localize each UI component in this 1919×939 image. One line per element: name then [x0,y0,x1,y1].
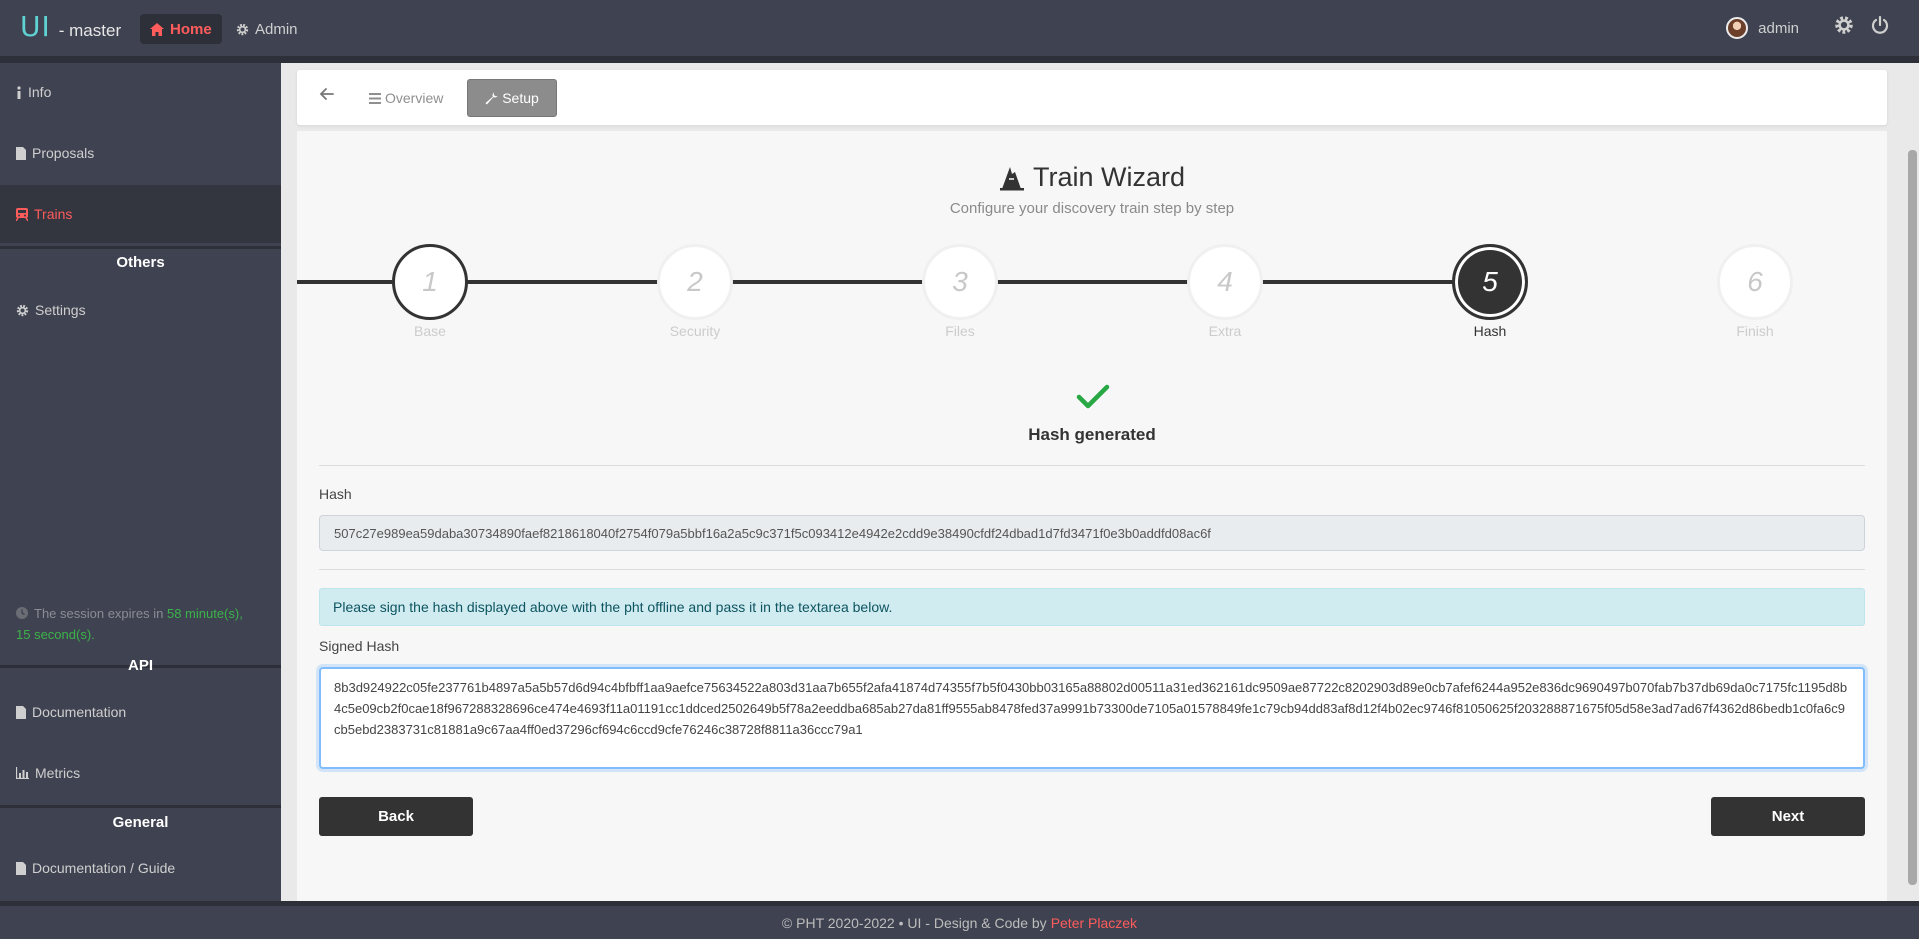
brand-logo: UI [20,10,51,43]
sidebar-header-general: General [112,814,169,831]
user-name: admin [1758,19,1799,37]
divider [319,569,1865,570]
scrollbar-thumb[interactable] [1908,150,1917,885]
page-toolbar: Overview Setup [297,70,1887,125]
sidebar-header-others: Others [116,254,165,271]
nav-home-link[interactable]: Home [140,14,222,44]
session-prefix: The session expires in [34,606,164,621]
avatar [1726,17,1749,39]
footer-text: © PHT 2020-2022 • UI - Design & Code by [781,914,1047,931]
checkmark-icon [1076,383,1110,416]
file-icon [16,146,26,160]
sidebar: Info Proposals Trains Others Settings Th… [0,63,281,901]
wizard-hat-icon [999,166,1024,190]
info-icon [17,85,21,99]
step-3[interactable]: 3 [922,244,998,320]
top-navbar: UI - master Home Admin admin [0,0,1919,56]
gear-icon [236,23,249,35]
step-4[interactable]: 4 [1187,244,1263,320]
tab-setup-label: Setup [502,90,539,106]
gear-icon [16,304,29,316]
step-label: Base [414,323,446,339]
file-icon [16,861,26,875]
file-icon [16,705,26,719]
sidebar-item-documentation[interactable]: Documentation [0,683,281,741]
hash-label: Hash [319,486,352,502]
train-icon [16,207,28,221]
power-icon[interactable] [1870,15,1890,40]
user-menu[interactable]: admin [1726,17,1799,39]
chart-bar-icon [16,767,29,779]
divider [319,465,1865,466]
nav-home-label: Home [170,20,212,38]
brand[interactable]: UI - master [20,10,121,43]
nav-admin-label: Admin [255,20,298,38]
wrench-icon [485,91,498,105]
step-2[interactable]: 2 [657,244,733,320]
info-alert: Please sign the hash displayed above wit… [319,588,1865,626]
step-label: Finish [1736,323,1774,339]
sidebar-item-label: Trains [34,206,73,222]
hash-field[interactable]: 507c27e989ea59daba30734890faef8218618040… [319,515,1865,551]
step-label: Extra [1208,323,1242,339]
sidebar-item-label: Settings [35,302,86,318]
footer: © PHT 2020-2022 • UI - Design & Code by … [0,901,1919,939]
sidebar-item-label: Metrics [35,765,81,781]
sidebar-divider [0,805,281,808]
tab-setup[interactable]: Setup [467,79,557,117]
step-label: Security [669,323,721,339]
brand-branch: - master [58,21,122,40]
back-button[interactable]: Back [319,797,473,836]
hash-status: Hash generated [1028,425,1156,444]
page-subtitle: Configure your discovery train step by s… [949,200,1235,217]
sidebar-item-settings[interactable]: Settings [0,281,281,339]
sidebar-item-info[interactable]: Info [0,63,281,121]
next-button[interactable]: Next [1711,797,1865,836]
clock-icon [16,607,28,619]
sidebar-item-guide[interactable]: Documentation / Guide [0,839,281,897]
signed-hash-label: Signed Hash [319,638,400,654]
tab-overview-label: Overview [385,90,444,106]
step-label: Hash [1473,323,1507,339]
sidebar-item-trains[interactable]: Trains [0,185,281,243]
footer-author-link[interactable]: Peter Placzek [1051,915,1137,931]
session-timer: The session expires in 58 minute(s), 15 … [16,603,256,645]
sidebar-item-proposals[interactable]: Proposals [0,124,281,182]
sidebar-item-label: Documentation / Guide [32,860,176,876]
tab-overview[interactable]: Overview [369,80,443,116]
sidebar-header-api: API [127,657,153,674]
step-5[interactable]: 5 [1452,244,1528,320]
sidebar-item-label: Info [28,84,52,100]
list-icon [369,92,381,104]
step-6[interactable]: 6 [1717,244,1793,320]
page-title: Train Wizard [297,162,1887,193]
step-1[interactable]: 1 [392,244,468,320]
back-arrow-icon[interactable] [319,86,335,107]
sidebar-divider [0,246,281,249]
signed-hash-textarea[interactable]: 8b3d924922c05fe237761b4897a5a5b57d6d94c4… [319,667,1865,769]
sidebar-item-label: Proposals [32,145,95,161]
topbar-divider [0,56,1919,63]
home-icon [150,22,164,36]
sidebar-item-metrics[interactable]: Metrics [0,744,281,802]
nav-admin-link[interactable]: Admin [226,14,308,44]
step-label: Files [945,323,975,339]
settings-gear-icon[interactable] [1834,15,1854,40]
sidebar-item-label: Documentation [32,704,127,720]
steps-progress-line [297,280,1523,284]
page-title-text: Train Wizard [1032,162,1186,192]
